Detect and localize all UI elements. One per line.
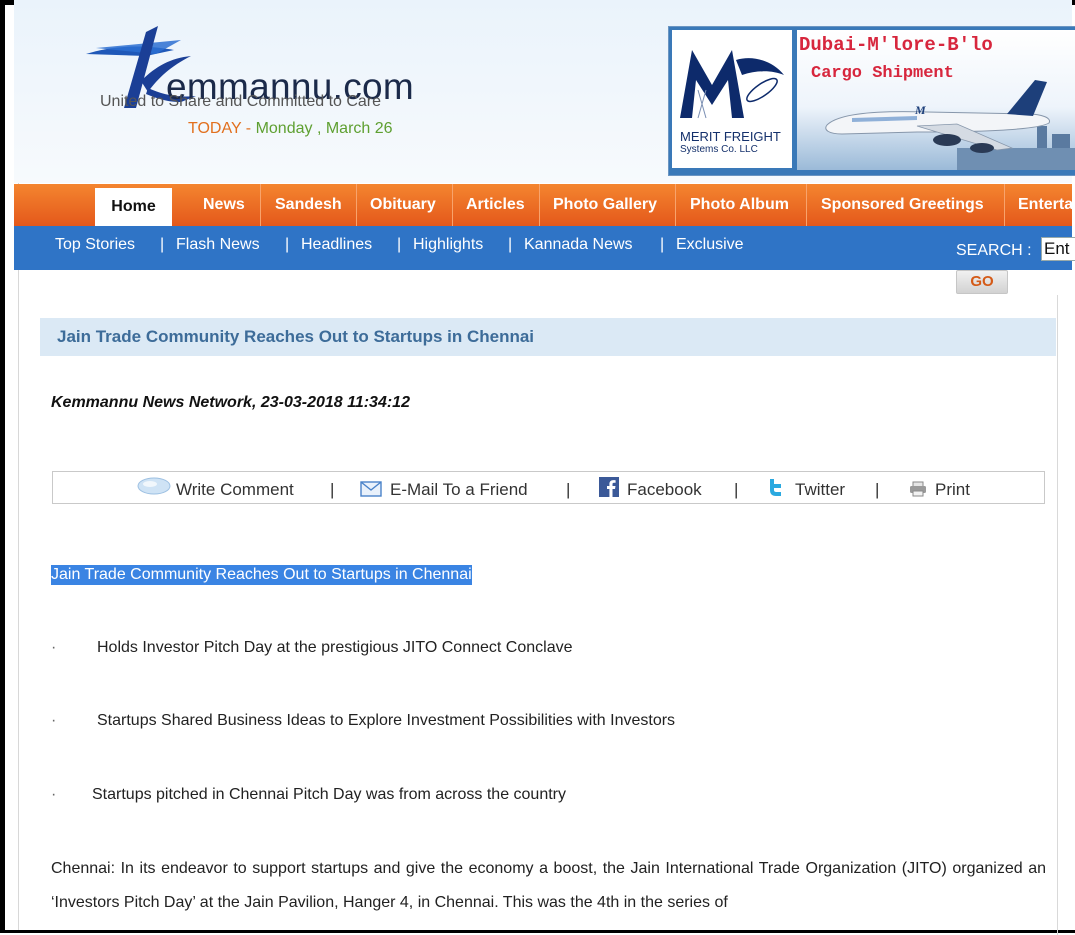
subnav-separator: | (397, 236, 402, 253)
banner-company: MERIT FREIGHT Systems Co. LLC (680, 130, 781, 156)
twitter-icon (770, 479, 781, 496)
svg-text:M: M (914, 103, 926, 117)
nav-sponsored-greetings[interactable]: Sponsored Greetings (821, 184, 984, 226)
write-comment-link[interactable]: Write Comment (176, 480, 294, 500)
nav-separator (539, 184, 540, 226)
share-separator: | (566, 480, 571, 499)
today-date-value: Monday , March 26 (255, 120, 393, 137)
subnav-kannada-news[interactable]: Kannada News (524, 236, 633, 254)
nav-articles[interactable]: Articles (466, 184, 525, 226)
sub-navigation: Top Stories | Flash News | Headlines | H… (14, 226, 1075, 270)
nav-separator (356, 184, 357, 226)
nav-obituary[interactable]: Obituary (370, 184, 436, 226)
subnav-highlights[interactable]: Highlights (413, 236, 483, 254)
today-label: TODAY - (188, 120, 256, 137)
bullet-mark: · (51, 712, 57, 729)
content-border (1057, 295, 1058, 935)
subnav-separator: | (160, 236, 165, 253)
bullet-mark: · (51, 639, 57, 656)
site-header: emmannu.com United to Share and Committe… (14, 0, 1075, 183)
nav-sandesh[interactable]: Sandesh (275, 184, 342, 226)
nav-separator (260, 184, 261, 226)
email-friend-link[interactable]: E-Mail To a Friend (390, 480, 528, 500)
nav-home[interactable]: Home (95, 188, 172, 226)
subnav-top-stories[interactable]: Top Stories (55, 236, 135, 254)
subnav-separator: | (285, 236, 290, 253)
subnav-separator: | (508, 236, 513, 253)
email-icon (360, 481, 382, 497)
search-label: SEARCH : (956, 242, 1032, 259)
nav-separator (452, 184, 453, 226)
ad-banner[interactable]: MERIT FREIGHT Systems Co. LLC Dubai-M'lo… (668, 26, 1075, 176)
today-date: TODAY - Monday , March 26 (188, 120, 393, 138)
airplane-icon: M (825, 80, 1075, 170)
twitter-link[interactable]: Twitter (795, 480, 845, 500)
banner-logo-panel: MERIT FREIGHT Systems Co. LLC (672, 30, 792, 168)
merit-freight-logo-icon (680, 50, 784, 119)
main-navigation: Home News Sandesh Obituary Articles Phot… (14, 184, 1073, 226)
share-separator: | (734, 480, 739, 499)
facebook-icon (599, 477, 619, 497)
search-go-button[interactable]: GO (956, 270, 1008, 294)
nav-separator (1004, 184, 1005, 226)
nav-photo-album[interactable]: Photo Album (690, 184, 789, 226)
subnav-exclusive[interactable]: Exclusive (676, 236, 744, 254)
search-input[interactable] (1041, 237, 1075, 261)
bullet-text: Startups Shared Business Ideas to Explor… (97, 712, 676, 729)
article-title-selected: Jain Trade Community Reaches Out to Star… (51, 565, 472, 585)
nav-news[interactable]: News (203, 184, 245, 226)
facebook-link[interactable]: Facebook (627, 480, 702, 500)
banner-company-line2: Systems Co. LLC (680, 144, 758, 155)
article-header: Jain Trade Community Reaches Out to Star… (40, 318, 1056, 356)
nav-photo-gallery[interactable]: Photo Gallery (553, 184, 657, 226)
nav-entertainment[interactable]: Enterta (1018, 184, 1073, 226)
banner-company-line1: MERIT FREIGHT (680, 129, 781, 144)
subnav-separator: | (660, 236, 665, 253)
site-tagline: United to Share and Committed to Care (100, 93, 382, 110)
subnav-flash-news[interactable]: Flash News (176, 236, 260, 254)
article-paragraph: Chennai: In its endeavor to support star… (51, 860, 1046, 911)
print-icon (910, 481, 926, 497)
share-separator: | (875, 480, 880, 499)
print-link[interactable]: Print (935, 480, 970, 500)
nav-separator (806, 184, 807, 226)
bullet-mark: · (51, 786, 57, 803)
comment-icon (137, 477, 171, 495)
article-byline: Kemmannu News Network, 23-03-2018 11:34:… (51, 394, 410, 411)
nav-separator (675, 184, 676, 226)
banner-ad-panel: Dubai-M'lore-B'lo Cargo Shipment M (797, 30, 1075, 170)
share-toolbar: Write Comment | E-Mail To a Friend | Fac… (52, 471, 1045, 504)
subnav-headlines[interactable]: Headlines (301, 236, 372, 254)
article-header-title: Jain Trade Community Reaches Out to Star… (57, 327, 535, 346)
bullet-text: Startups pitched in Chennai Pitch Day wa… (92, 786, 566, 803)
share-separator: | (330, 480, 335, 499)
bullet-text: Holds Investor Pitch Day at the prestigi… (97, 639, 573, 656)
